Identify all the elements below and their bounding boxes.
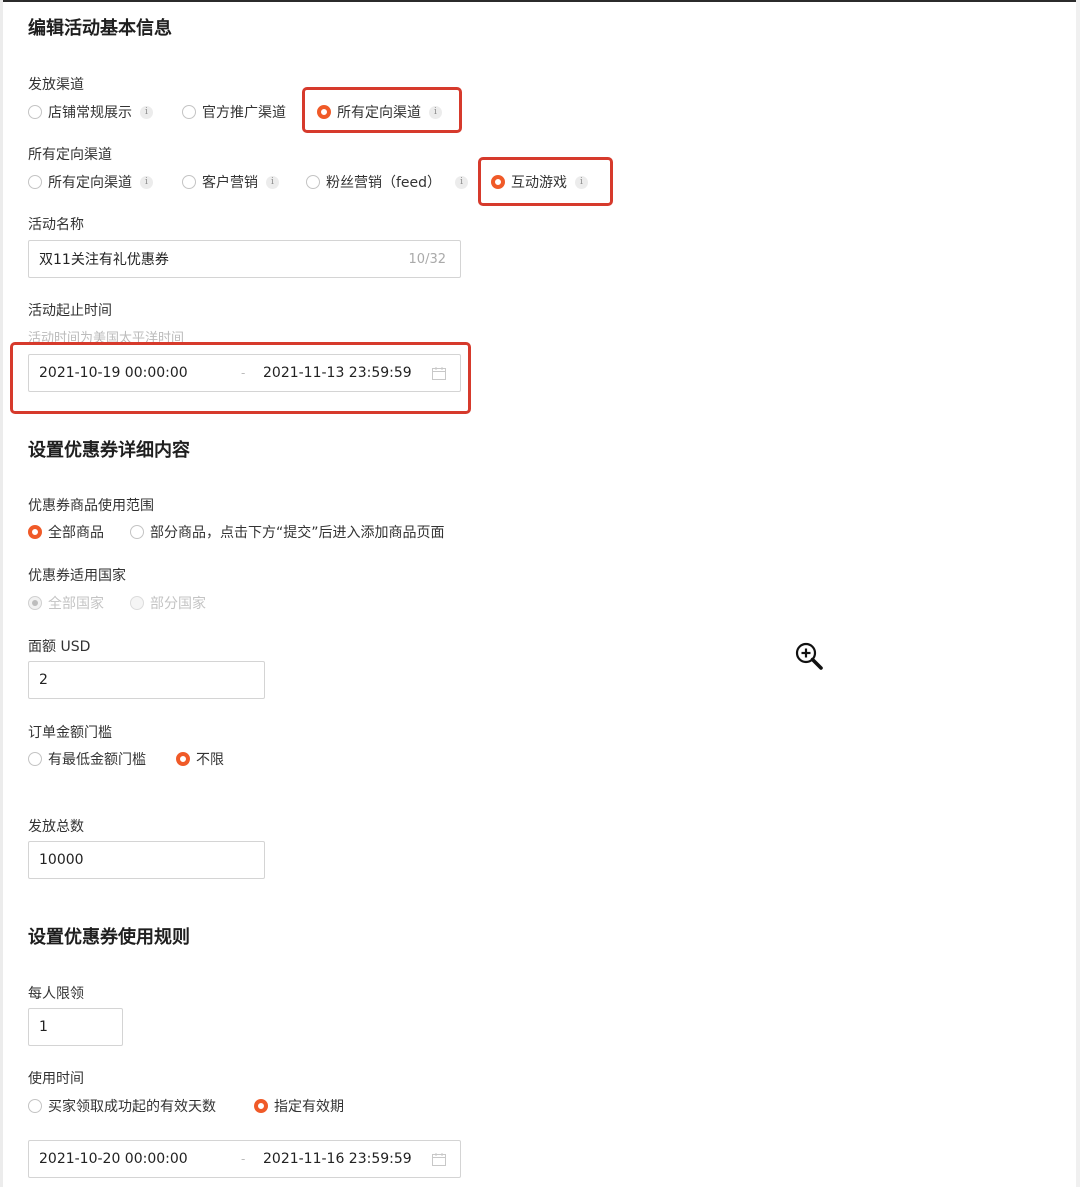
section-title-coupon-details: 设置优惠券详细内容 [28, 440, 190, 461]
radio-label: 部分国家 [150, 596, 206, 612]
radio-label: 全部商品 [48, 525, 104, 541]
info-icon[interactable]: i [455, 175, 469, 189]
radio-circle-checked [317, 105, 331, 119]
radio-circle [130, 525, 144, 539]
window-top-border [0, 0, 1080, 2]
info-icon[interactable]: i [266, 175, 279, 189]
radio-circle-checked [176, 752, 190, 766]
window-left-border [0, 0, 3, 1187]
targeted-channel-radio-group: 所有定向渠道 i 客户营销 i 粉丝营销（feed） i 互动游戏 i [28, 171, 608, 193]
activity-time-label: 活动起止时间 [28, 303, 112, 319]
info-icon[interactable]: i [140, 105, 153, 119]
window-right-border [1076, 0, 1080, 1187]
scope-radio-group: 全部商品 部分商品，点击下方“提交”后进入添加商品页面 [28, 521, 508, 543]
radio-circle-disabled-checked [28, 596, 42, 610]
usage-time-radio-group: 买家领取成功起的有效天数 指定有效期 [28, 1095, 388, 1117]
radio-channel-store-display[interactable]: 店铺常规展示 i [28, 101, 153, 123]
calendar-icon[interactable] [432, 1153, 446, 1166]
radio-threshold-minimum[interactable]: 有最低金额门槛 [28, 748, 146, 770]
radio-circle-checked [28, 525, 42, 539]
threshold-radio-group: 有最低金额门槛 不限 [28, 748, 268, 770]
radio-label: 互动游戏 [511, 175, 567, 191]
section-title-usage-rules: 设置优惠券使用规则 [28, 927, 190, 948]
char-counter: 10/32 [408, 251, 446, 267]
usage-end-time[interactable]: 2021-11-16 23:59:59 [263, 1151, 412, 1167]
per-person-value: 1 [39, 1019, 48, 1035]
scope-label: 优惠券商品使用范围 [28, 498, 154, 514]
range-separator: - [241, 366, 246, 380]
radio-targeted-customer-marketing[interactable]: 客户营销 i [182, 171, 279, 193]
radio-targeted-all[interactable]: 所有定向渠道 i [28, 171, 153, 193]
radio-circle [28, 752, 42, 766]
total-value: 10000 [39, 852, 84, 868]
radio-label: 所有定向渠道 [337, 105, 421, 121]
country-radio-group: 全部国家 部分国家 [28, 592, 268, 614]
radio-label: 指定有效期 [274, 1099, 344, 1115]
radio-circle [182, 175, 196, 189]
info-icon[interactable]: i [429, 105, 442, 119]
info-icon[interactable]: i [575, 175, 588, 189]
radio-circle [28, 1099, 42, 1113]
radio-targeted-interactive-game[interactable]: 互动游戏 i [491, 171, 588, 193]
face-value: 2 [39, 672, 48, 688]
activity-name-input[interactable]: 双11关注有礼优惠券 10/32 [28, 240, 461, 278]
per-person-label: 每人限领 [28, 986, 84, 1002]
section-title-basic-info: 编辑活动基本信息 [28, 18, 172, 39]
targeted-channel-label: 所有定向渠道 [28, 147, 112, 163]
radio-label: 官方推广渠道 [202, 105, 286, 121]
zoom-in-icon [795, 642, 823, 670]
radio-circle-checked [254, 1099, 268, 1113]
calendar-icon[interactable] [432, 367, 446, 380]
activity-name-label: 活动名称 [28, 217, 84, 233]
radio-circle [182, 105, 196, 119]
radio-channel-official-promo[interactable]: 官方推广渠道 [182, 101, 286, 123]
radio-targeted-fan-feed[interactable]: 粉丝营销（feed） i [306, 171, 469, 193]
face-value-input[interactable]: 2 [28, 661, 265, 699]
total-input[interactable]: 10000 [28, 841, 265, 879]
radio-label: 有最低金额门槛 [48, 752, 146, 768]
radio-label: 部分商品，点击下方“提交”后进入添加商品页面 [150, 525, 445, 541]
activity-start-time[interactable]: 2021-10-19 00:00:00 [39, 365, 188, 381]
radio-circle-checked [491, 175, 505, 189]
radio-label: 客户营销 [202, 175, 258, 191]
radio-channel-all-targeted[interactable]: 所有定向渠道 i [317, 101, 442, 123]
threshold-label: 订单金额门槛 [28, 725, 112, 741]
activity-name-value: 双11关注有礼优惠券 [39, 252, 169, 268]
channel-radio-group: 店铺常规展示 i 官方推广渠道 所有定向渠道 i [28, 101, 468, 123]
total-label: 发放总数 [28, 819, 84, 835]
radio-usage-fixed-period[interactable]: 指定有效期 [254, 1095, 344, 1117]
usage-time-label: 使用时间 [28, 1071, 84, 1087]
usage-time-range-picker[interactable]: 2021-10-20 00:00:00 - 2021-11-16 23:59:5… [28, 1140, 461, 1178]
radio-circle-disabled [130, 596, 144, 610]
radio-country-all[interactable]: 全部国家 [28, 592, 104, 614]
range-separator: - [241, 1152, 246, 1166]
activity-end-time[interactable]: 2021-11-13 23:59:59 [263, 365, 412, 381]
radio-threshold-unlimited[interactable]: 不限 [176, 748, 224, 770]
radio-label: 粉丝营销（feed） [326, 175, 442, 191]
per-person-input[interactable]: 1 [28, 1008, 123, 1046]
channel-label: 发放渠道 [28, 77, 84, 93]
activity-time-hint: 活动时间为美国太平洋时间 [28, 331, 185, 346]
radio-usage-valid-days[interactable]: 买家领取成功起的有效天数 [28, 1095, 216, 1117]
radio-label: 全部国家 [48, 596, 104, 612]
radio-label: 店铺常规展示 [48, 105, 132, 121]
face-value-label: 面额 USD [28, 639, 91, 655]
radio-label: 买家领取成功起的有效天数 [48, 1099, 216, 1115]
radio-scope-partial-products[interactable]: 部分商品，点击下方“提交”后进入添加商品页面 [130, 521, 445, 543]
radio-scope-all-products[interactable]: 全部商品 [28, 521, 104, 543]
radio-country-partial[interactable]: 部分国家 [130, 592, 206, 614]
radio-circle [306, 175, 320, 189]
country-label: 优惠券适用国家 [28, 568, 126, 584]
radio-label: 不限 [196, 752, 224, 768]
info-icon[interactable]: i [140, 175, 153, 189]
usage-start-time[interactable]: 2021-10-20 00:00:00 [39, 1151, 188, 1167]
radio-circle [28, 175, 42, 189]
activity-time-range-picker[interactable]: 2021-10-19 00:00:00 - 2021-11-13 23:59:5… [28, 354, 461, 392]
radio-label: 所有定向渠道 [48, 175, 132, 191]
radio-circle [28, 105, 42, 119]
